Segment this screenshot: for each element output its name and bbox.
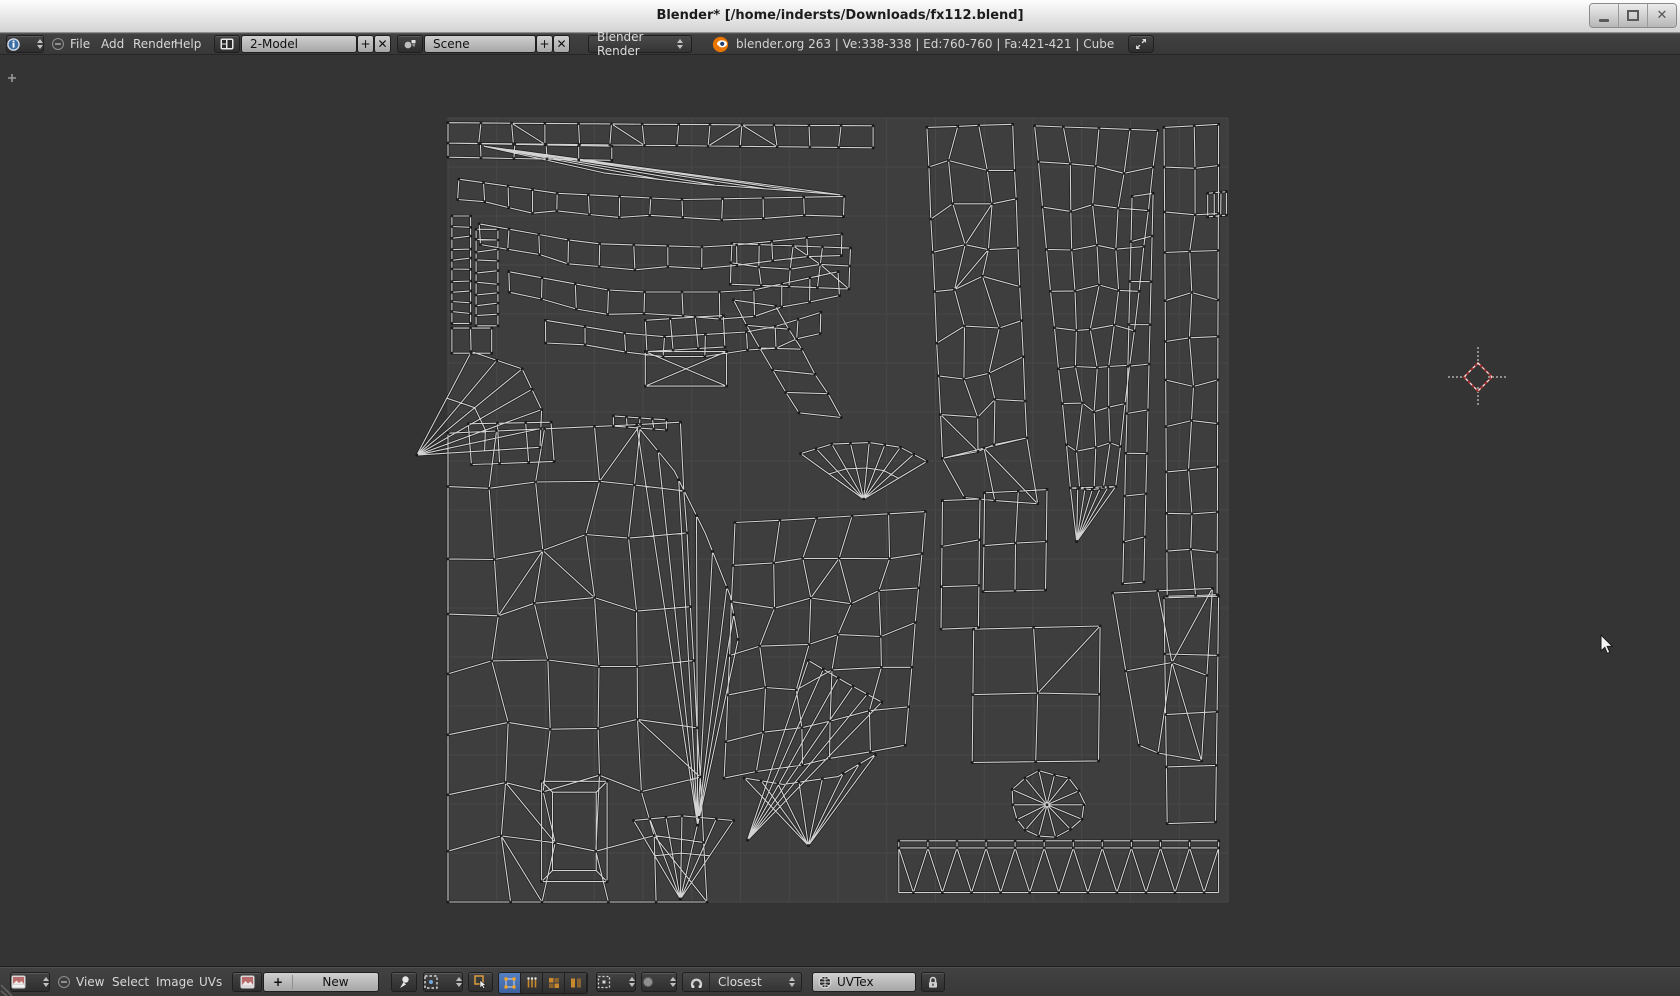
menu-uvs[interactable]: UVs xyxy=(199,975,222,989)
screen-layout-add-button[interactable]: + xyxy=(357,35,374,53)
dropdown-arrows-icon xyxy=(624,977,635,987)
pin-icon xyxy=(398,975,411,989)
screen-layout-browse-button[interactable] xyxy=(214,35,240,53)
image-editor-icon xyxy=(11,975,26,989)
vertex-mode-icon xyxy=(503,976,517,990)
screen-layout-name: 2-Model xyxy=(250,37,298,51)
plus-icon: + xyxy=(360,37,370,51)
uv-map-lock-button[interactable] xyxy=(921,972,945,992)
stepper-arrows-icon xyxy=(32,39,43,49)
blender-logo-icon xyxy=(712,36,729,53)
scene-name-field[interactable]: Scene xyxy=(424,35,536,53)
menu-select[interactable]: Select xyxy=(112,975,149,989)
minimize-icon xyxy=(1599,19,1609,22)
dropdown-arrows-icon xyxy=(665,977,676,987)
dropdown-arrows-icon xyxy=(451,977,462,987)
menu-file[interactable]: File xyxy=(70,37,90,51)
proportional-edit-dropdown[interactable] xyxy=(641,972,677,992)
new-image-label: New xyxy=(293,975,378,989)
snap-mode-value: Closest xyxy=(710,975,762,989)
fullscreen-toggle-button[interactable] xyxy=(1128,35,1154,53)
select-mode-face-button[interactable] xyxy=(543,973,565,993)
uv-select-mode-group xyxy=(498,972,588,994)
info-editor-icon xyxy=(7,38,20,51)
close-button[interactable]: ✕ xyxy=(1647,4,1676,27)
select-mode-vertex-button[interactable] xyxy=(499,973,521,993)
uv-map-name: UVTex xyxy=(837,975,874,989)
snap-target-icon xyxy=(424,975,438,989)
uv-editor-header: View Select Image UVs + New xyxy=(0,966,1680,996)
plus-icon: + xyxy=(264,975,293,989)
proportional-edit-icon xyxy=(642,976,654,988)
image-browse-icon xyxy=(240,975,255,989)
uv-texture-sphere-icon xyxy=(818,975,832,989)
screen-layout-icon xyxy=(220,38,234,50)
menu-add[interactable]: Add xyxy=(101,37,124,51)
window-title: Blender* [/home/indersts/Downloads/fx112… xyxy=(0,0,1680,32)
menu-image[interactable]: Image xyxy=(156,975,194,989)
x-icon: ✕ xyxy=(556,37,566,51)
dropdown-arrows-icon xyxy=(784,977,801,987)
menu-help[interactable]: Help xyxy=(174,37,201,51)
sticky-selection-dropdown[interactable] xyxy=(596,972,636,992)
uv-sync-selection-toggle[interactable] xyxy=(468,972,493,992)
menu-view[interactable]: View xyxy=(76,975,104,989)
x-icon: ✕ xyxy=(377,37,387,51)
dropdown-arrows-icon xyxy=(672,39,683,49)
snap-mode-dropdown[interactable]: Closest xyxy=(682,972,802,992)
minimize-button[interactable] xyxy=(1590,4,1618,27)
sync-cursor-icon xyxy=(474,975,488,989)
scene-icon xyxy=(403,38,417,50)
snap-magnet-icon xyxy=(690,976,703,989)
island-mode-icon xyxy=(569,976,583,990)
titlebar: Blender* [/home/indersts/Downloads/fx112… xyxy=(0,0,1680,33)
info-header: File Add Render Help 2-Model + ✕ Scene +… xyxy=(0,33,1680,55)
scene-delete-button[interactable]: ✕ xyxy=(553,35,570,53)
maximize-button[interactable] xyxy=(1618,4,1647,27)
scene-name: Scene xyxy=(433,37,470,51)
select-mode-island-button[interactable] xyxy=(565,973,587,993)
sticky-selection-icon xyxy=(597,975,611,989)
expand-arrows-icon xyxy=(1135,38,1147,50)
close-icon: ✕ xyxy=(1657,8,1668,23)
window-controls: ✕ xyxy=(1589,3,1677,28)
select-mode-edge-button[interactable] xyxy=(521,973,543,993)
snap-target-dropdown[interactable] xyxy=(423,972,463,992)
uv-image-editor-area[interactable] xyxy=(0,55,1680,966)
screen-layout-name-field[interactable]: 2-Model xyxy=(241,35,357,53)
face-mode-icon xyxy=(547,976,561,990)
render-engine-value: Blender Render xyxy=(597,30,672,58)
collapse-menus-button[interactable] xyxy=(58,976,70,988)
uv-map-field[interactable]: UVTex xyxy=(812,972,916,992)
edge-mode-icon xyxy=(525,976,539,990)
maximize-icon xyxy=(1627,10,1639,21)
editor-type-selector-image[interactable] xyxy=(10,972,50,992)
menu-render[interactable]: Render xyxy=(133,37,176,51)
scene-add-button[interactable]: + xyxy=(536,35,553,53)
stepper-arrows-icon xyxy=(38,977,49,987)
screen-layout-delete-button[interactable]: ✕ xyxy=(374,35,391,53)
new-image-button[interactable]: + New xyxy=(263,972,379,992)
scene-browse-button[interactable] xyxy=(397,35,423,53)
pin-button[interactable] xyxy=(391,972,417,992)
uv-wireframe-canvas xyxy=(0,55,1680,966)
lock-icon xyxy=(927,976,939,989)
scene-statistics: blender.org 263 | Ve:338-338 | Ed:760-76… xyxy=(736,37,1114,51)
collapse-menus-button[interactable] xyxy=(52,38,64,50)
image-browse-button[interactable] xyxy=(232,972,262,992)
render-engine-dropdown[interactable]: Blender Render xyxy=(588,35,692,53)
plus-icon: + xyxy=(539,37,549,51)
editor-type-selector-info[interactable] xyxy=(6,35,44,53)
